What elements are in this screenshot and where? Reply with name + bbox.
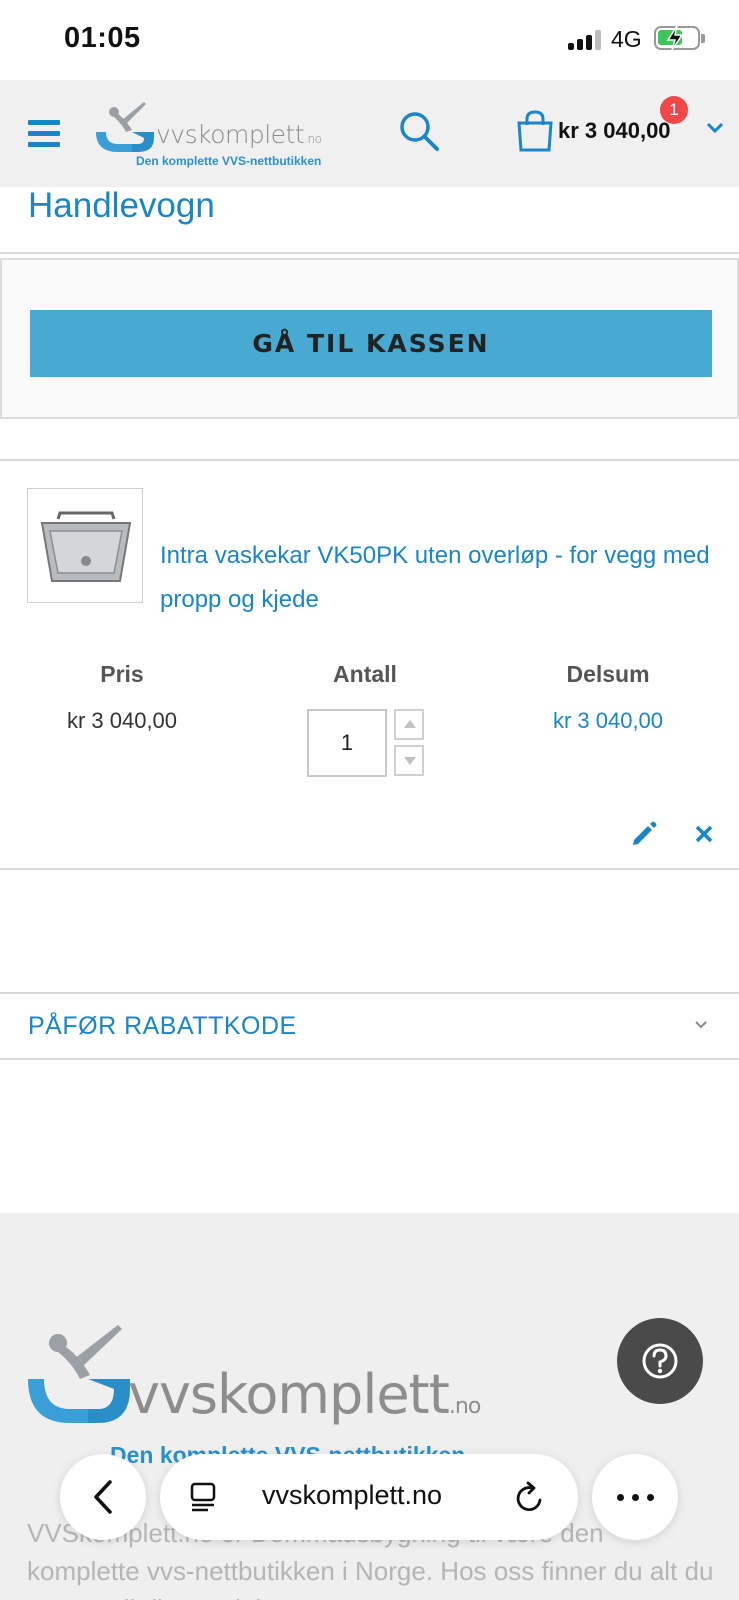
item-subtotal: kr 3 040,00 xyxy=(552,708,664,733)
back-button[interactable] xyxy=(60,1454,146,1540)
address-bar[interactable]: vvskomplett.no xyxy=(160,1454,578,1540)
url-text: vvskomplett.no xyxy=(262,1480,443,1510)
search-icon[interactable] xyxy=(398,110,440,152)
cart-total[interactable]: kr 3 040,00 xyxy=(558,118,671,144)
divider xyxy=(0,868,739,870)
discount-label: PÅFØR RABATTKODE xyxy=(28,1012,297,1040)
signal-icon xyxy=(568,30,602,50)
quantity-header: Antall xyxy=(333,661,397,687)
site-logo[interactable]: vvskomplett.no Den komplette VVS-nettbut… xyxy=(92,98,322,170)
tabs-icon[interactable] xyxy=(190,1482,218,1512)
network-label: 4G xyxy=(611,26,642,52)
footer-logo[interactable]: vvskomplett.no xyxy=(26,1323,486,1443)
chevron-down-icon xyxy=(695,1021,707,1029)
checkout-button[interactable]: GÅ TIL KASSEN xyxy=(30,310,712,377)
quantity-input[interactable]: 1 xyxy=(307,709,387,777)
logo-text: vvskomplett.no xyxy=(156,120,322,149)
footer-logo-text: vvskomplett.no xyxy=(128,1363,481,1426)
subtotal-header: Delsum xyxy=(566,661,650,687)
quantity-increase-button[interactable] xyxy=(394,709,424,740)
item-price: kr 3 040,00 xyxy=(66,708,178,733)
more-options-button[interactable] xyxy=(592,1454,678,1540)
battery-icon xyxy=(654,25,705,51)
question-icon xyxy=(642,1343,678,1379)
edit-icon[interactable] xyxy=(630,820,658,848)
help-button[interactable] xyxy=(617,1318,703,1404)
logo-tagline: Den komplette VVS-nettbutikken xyxy=(136,154,322,168)
reload-icon[interactable] xyxy=(514,1480,546,1514)
page-title: Handlevogn xyxy=(28,186,215,225)
quantity-decrease-button[interactable] xyxy=(394,745,424,776)
product-name-link[interactable]: Intra vaskekar VK50PK uten overløp - for… xyxy=(160,534,720,622)
discount-code-toggle[interactable]: PÅFØR RABATTKODE xyxy=(0,992,739,1060)
chevron-left-icon xyxy=(94,1480,112,1514)
shopping-bag-icon[interactable] xyxy=(516,110,554,152)
status-bar: 01:05 4G xyxy=(0,0,739,80)
close-icon[interactable] xyxy=(694,824,714,844)
price-header: Pris xyxy=(100,661,144,687)
divider xyxy=(0,252,739,254)
menu-icon[interactable] xyxy=(28,120,60,148)
checkout-panel: GÅ TIL KASSEN xyxy=(0,258,739,419)
divider xyxy=(0,459,739,461)
product-thumbnail[interactable] xyxy=(27,488,143,603)
chevron-down-icon[interactable] xyxy=(706,122,724,134)
status-time: 01:05 xyxy=(64,22,141,54)
